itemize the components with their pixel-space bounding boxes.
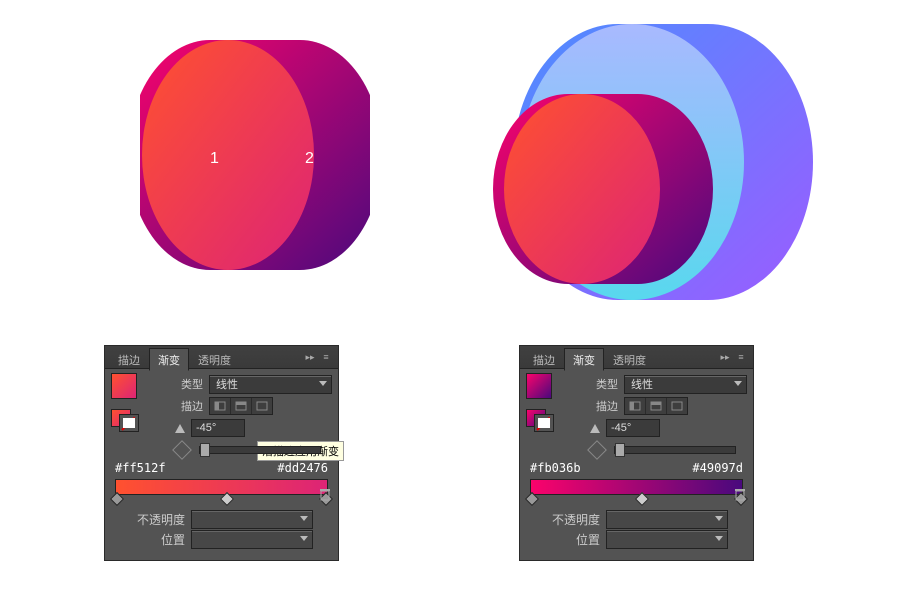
stroke-label: 描边 [560,398,624,414]
label-2: 2 [305,150,314,168]
midpoint-diamond[interactable] [110,492,124,506]
stroke-mode-3[interactable] [667,398,687,414]
type-select[interactable]: 线性 [624,375,747,394]
chevron-down-icon [734,381,742,386]
panel-tabs: 描边 渐变 透明度 ▸▸ ≡ [105,346,338,369]
stroke-gradient-mode-buttons[interactable] [209,397,273,415]
panel-tabs: 描边 渐变 透明度 ▸▸ ≡ [520,346,753,369]
stop-position-select[interactable] [191,530,313,549]
panel-collapse-icon[interactable]: ▸▸ [302,349,318,365]
chevron-down-icon [300,516,308,521]
gradient-ramp[interactable] [115,479,328,495]
label-1: 1 [210,150,219,168]
gradient-swatch[interactable] [111,373,137,399]
panel-collapse-icon[interactable]: ▸▸ [717,349,733,365]
opacity-label: 不透明度 [520,511,606,528]
hex-left: #fb036b [530,461,581,475]
panel-menu-icon[interactable]: ≡ [733,349,749,365]
aspect-slider[interactable] [614,446,736,454]
fill-stroke-toggle[interactable] [111,409,139,431]
canvas: 1 2 [0,0,900,604]
aspect-icon [587,440,607,460]
hex-left: #ff512f [115,461,166,475]
gradient-panel-1: 描边 渐变 透明度 ▸▸ ≡ 类型 线性 描边 [105,346,338,560]
angle-input[interactable]: -45° [191,419,245,437]
stroke-mode-2[interactable] [231,398,252,414]
stop-opacity-select[interactable] [606,510,728,529]
chevron-down-icon [715,516,723,521]
position-label: 位置 [105,531,191,548]
stroke-label: 描边 [145,398,209,414]
gradient-panel-2: 描边 渐变 透明度 ▸▸ ≡ 类型 线性 描边 [520,346,753,560]
stroke-mode-1[interactable] [210,398,231,414]
trash-icon[interactable] [318,487,332,501]
stop-position-select[interactable] [606,530,728,549]
type-value: 线性 [216,376,238,392]
tab-stroke[interactable]: 描边 [524,348,564,370]
tab-gradient[interactable]: 渐变 [149,348,189,371]
angle-icon [590,424,600,433]
position-label: 位置 [520,531,606,548]
midpoint-diamond[interactable] [634,492,648,506]
stroke-gradient-mode-buttons[interactable] [624,397,688,415]
stroke-mode-3[interactable] [252,398,272,414]
tab-opacity[interactable]: 透明度 [189,348,240,370]
type-label: 类型 [560,376,624,392]
type-select[interactable]: 线性 [209,375,332,394]
angle-icon [175,424,185,433]
gradient-ramp[interactable] [530,479,743,495]
chevron-down-icon [300,536,308,541]
aspect-slider[interactable] [199,446,321,454]
stroke-mode-2[interactable] [646,398,667,414]
fill-stroke-toggle[interactable] [526,409,554,431]
type-value: 线性 [631,376,653,392]
tab-opacity[interactable]: 透明度 [604,348,655,370]
tab-stroke[interactable]: 描边 [109,348,149,370]
trash-icon[interactable] [733,487,747,501]
type-label: 类型 [145,376,209,392]
aspect-icon [172,440,192,460]
stop-opacity-select[interactable] [191,510,313,529]
gradient-swatch[interactable] [526,373,552,399]
chevron-down-icon [319,381,327,386]
shape-stack-right [490,14,820,314]
opacity-label: 不透明度 [105,511,191,528]
hex-right: #49097d [692,461,743,475]
hex-right: #dd2476 [277,461,328,475]
stroke-mode-1[interactable] [625,398,646,414]
chevron-down-icon [715,536,723,541]
midpoint-diamond[interactable] [525,492,539,506]
midpoint-diamond[interactable] [219,492,233,506]
tab-gradient[interactable]: 渐变 [564,348,604,371]
angle-input[interactable]: -45° [606,419,660,437]
shape-cylinder-left: 1 2 [140,30,370,290]
panel-menu-icon[interactable]: ≡ [318,349,334,365]
